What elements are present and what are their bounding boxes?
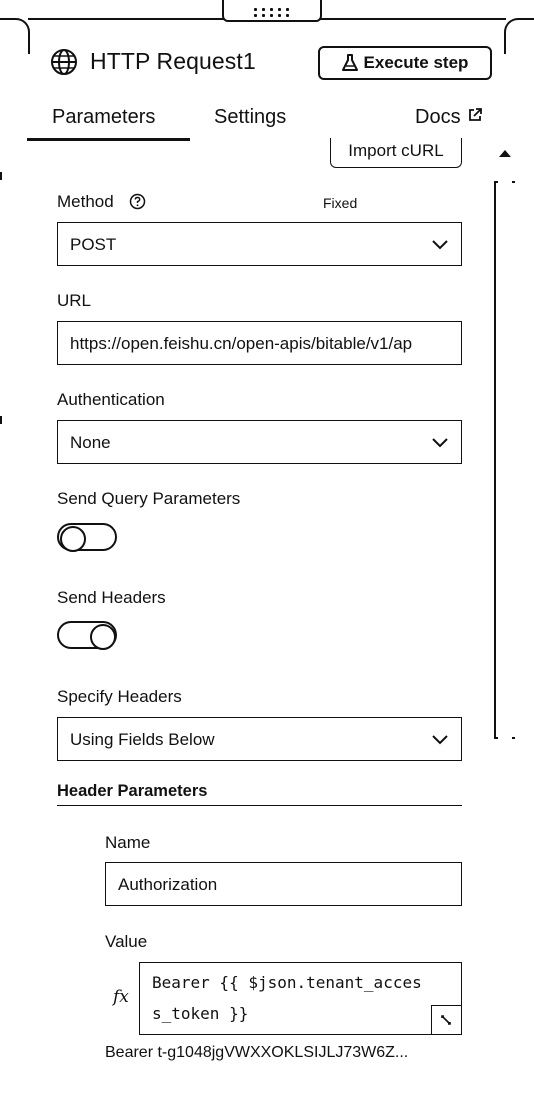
header-value-label: Value (105, 932, 148, 951)
drag-dots-icon (254, 8, 294, 17)
node-title: HTTP Request1 (90, 48, 256, 74)
execute-step-label: Execute step (363, 53, 469, 72)
flask-icon (341, 54, 358, 71)
specify-headers-select[interactable]: Using Fields Below (57, 717, 462, 761)
method-select[interactable]: POST (57, 222, 462, 266)
chevron-down-icon (432, 438, 448, 448)
scrollbar-thumb[interactable] (494, 180, 516, 740)
authentication-value: None (70, 433, 111, 452)
globe-icon (51, 49, 77, 75)
header-value-expression-input[interactable]: Bearer {{ $json.tenant_acces s_token }} (139, 962, 462, 1035)
expression-fx-icon: fx (113, 987, 129, 1007)
tab-parameters[interactable]: Parameters (52, 106, 155, 129)
method-fixed-badge[interactable]: Fixed (323, 195, 357, 211)
header-parameters-divider (57, 805, 462, 806)
send-query-toggle[interactable] (57, 523, 117, 552)
send-query-label: Send Query Parameters (57, 489, 241, 508)
send-headers-label: Send Headers (57, 588, 166, 607)
expand-icon (441, 1015, 451, 1025)
scroll-up-arrow-icon[interactable] (499, 150, 511, 157)
help-circle-icon[interactable] (129, 193, 146, 210)
header-name-input[interactable]: Authorization (105, 862, 462, 906)
send-headers-toggle[interactable] (57, 621, 117, 650)
header-value-line-1: Bearer {{ $json.tenant_acces (152, 973, 422, 992)
method-label: Method (57, 192, 114, 211)
import-curl-button[interactable]: Import cURL (330, 138, 462, 168)
specify-headers-label: Specify Headers (57, 687, 182, 706)
expand-editor-button[interactable] (431, 1005, 461, 1035)
left-edge-mark (0, 416, 2, 424)
external-link-icon (469, 108, 483, 121)
specify-headers-value: Using Fields Below (70, 730, 215, 749)
tab-settings[interactable]: Settings (214, 106, 286, 129)
toggle-knob (60, 526, 86, 552)
url-input[interactable]: https://open.feishu.cn/open-apis/bitable… (57, 321, 462, 365)
panel-frame-top-right (320, 18, 506, 20)
header-value-preview: Bearer t-g1048jgVWXXOKLSIJLJ73W6Z... (105, 1044, 409, 1061)
url-label: URL (57, 291, 92, 310)
url-value: https://open.feishu.cn/open-apis/bitable… (70, 334, 413, 353)
tab-docs[interactable]: Docs (415, 106, 483, 129)
header-name-value: Authorization (118, 875, 218, 894)
scrollbar-track[interactable] (494, 180, 516, 740)
authentication-select[interactable]: None (57, 420, 462, 464)
panel-frame-corner-left (0, 18, 30, 54)
header-value-line-2: s_token }} (152, 1004, 249, 1023)
authentication-label: Authentication (57, 390, 165, 409)
toggle-knob (90, 624, 116, 650)
panel-frame-corner-right (504, 18, 534, 54)
panel-frame-top-left (28, 18, 224, 20)
method-value: POST (70, 235, 117, 254)
execute-step-button[interactable]: Execute step (318, 46, 492, 80)
tab-docs-label: Docs (415, 106, 461, 128)
header-name-label: Name (105, 833, 151, 852)
drag-handle[interactable] (222, 0, 322, 22)
chevron-down-icon (432, 735, 448, 745)
chevron-down-icon (432, 240, 448, 250)
left-edge-mark (0, 172, 2, 180)
active-tab-indicator (27, 138, 190, 141)
header-parameters-heading: Header Parameters (57, 782, 208, 800)
